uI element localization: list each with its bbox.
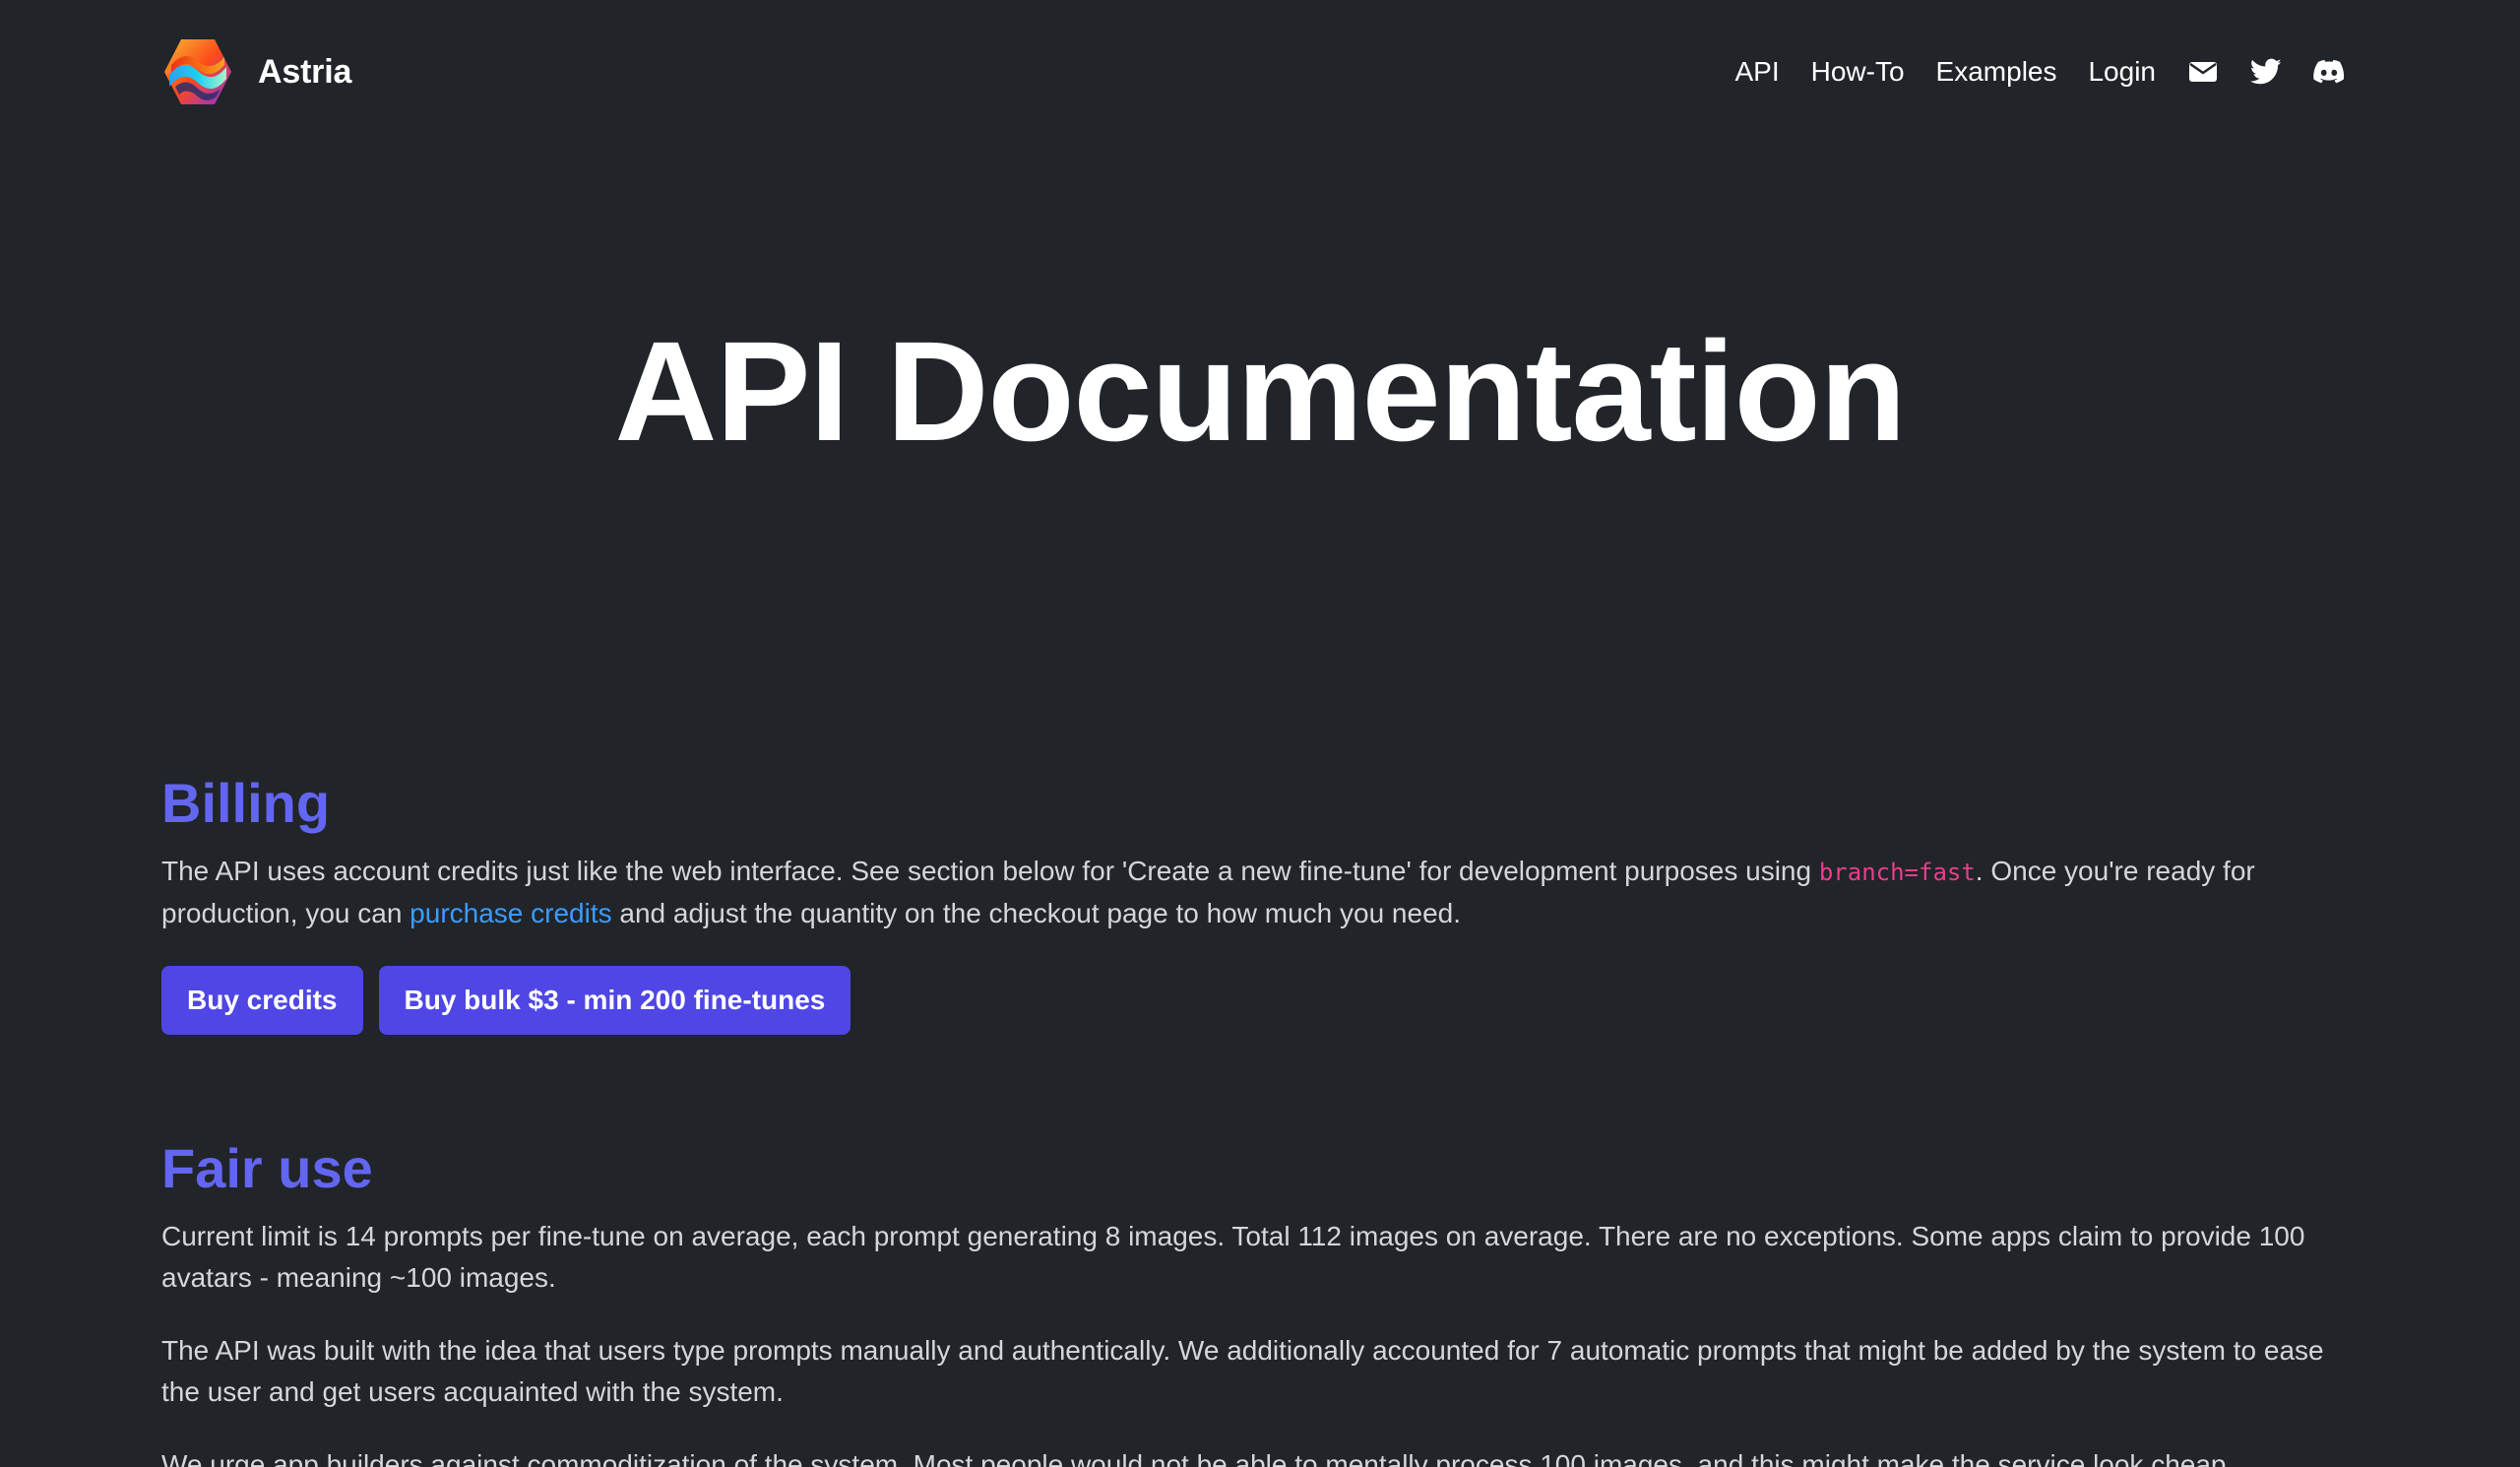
page: Astria API How-To Examples Login API Doc… [0,0,2520,1467]
twitter-link[interactable] [2250,56,2282,88]
main-content: Billing The API uses account credits jus… [161,766,2359,1467]
nav-how-to[interactable]: How-To [1811,56,1905,88]
buy-bulk-button[interactable]: Buy bulk $3 - min 200 fine-tunes [378,966,851,1035]
purchase-credits-link[interactable]: purchase credits [410,898,611,928]
nav-login[interactable]: Login [2088,56,2156,88]
buy-credits-button[interactable]: Buy credits [161,966,363,1035]
mail-link[interactable] [2187,56,2219,88]
billing-text-3: and adjust the quantity on the checkout … [611,898,1461,928]
page-title: API Documentation [614,312,1906,471]
main-nav: API How-To Examples Login [1734,56,2345,88]
fair-use-paragraph-3: We urge app builders against commoditiza… [161,1449,2235,1467]
site-header: Astria API How-To Examples Login [161,30,2345,114]
billing-text-1: The API uses account credits just like t… [161,856,1819,886]
fair-use-paragraph-2: The API was built with the idea that use… [161,1335,2324,1407]
brand-name: Astria [258,52,352,91]
billing-heading: Billing [161,772,331,834]
astria-logo-icon [164,39,231,104]
nav-api[interactable]: API [1734,56,1779,88]
brand-home-link[interactable]: Astria [161,35,351,108]
fair-use-paragraph-1: Current limit is 14 prompts per fine-tun… [161,1221,2305,1293]
billing-buttons: Buy credits Buy bulk $3 - min 200 fine-t… [161,966,2359,1035]
fair-use-heading: Fair use [161,1137,373,1199]
twitter-icon [2250,58,2282,85]
billing-paragraph: The API uses account credits just like t… [161,851,2359,934]
discord-icon [2313,59,2345,84]
fair-use-section: Fair use Current limit is 14 prompts per… [161,1131,2359,1467]
branch-fast-code: branch=fast [1818,859,1976,886]
mail-icon [2189,62,2217,82]
billing-section: Billing The API uses account credits jus… [161,766,2359,1035]
nav-examples[interactable]: Examples [1936,56,2057,88]
discord-link[interactable] [2313,56,2345,88]
